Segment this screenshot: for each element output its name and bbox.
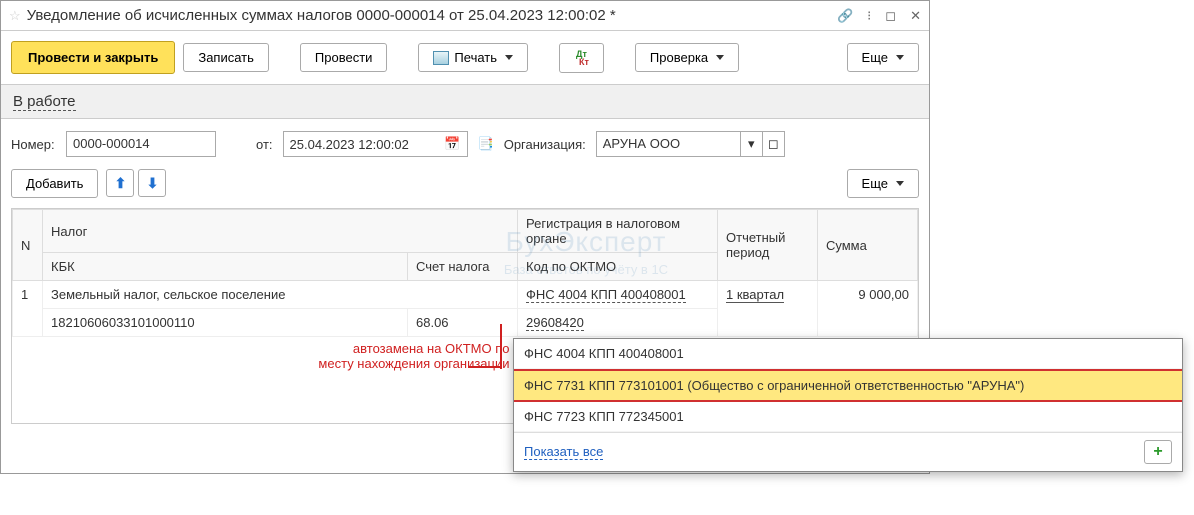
more-menu-icon[interactable]: ⁝ xyxy=(867,8,871,24)
plus-icon: + xyxy=(1153,443,1162,461)
cell-oktmo[interactable]: 29608420 xyxy=(518,309,718,337)
org-input[interactable]: АРУНА ООО xyxy=(596,131,741,157)
dropdown-item[interactable]: ФНС 7723 КПП 772345001 xyxy=(514,402,1182,432)
dtkt-icon: Дᴛ Кᴛ xyxy=(574,50,589,66)
post-and-close-button[interactable]: Провести и закрыть xyxy=(11,41,175,74)
cell-period[interactable]: 1 квартал xyxy=(718,281,818,337)
window-controls-icon[interactable]: ◻ xyxy=(885,8,896,24)
more-button[interactable]: Еще xyxy=(847,43,919,72)
callout-line xyxy=(500,324,502,369)
col-sum[interactable]: Сумма xyxy=(818,210,918,281)
form-row: Номер: 0000-000014 от: 25.04.2023 12:00:… xyxy=(1,119,929,165)
printer-icon xyxy=(433,51,449,65)
titlebar: ☆ Уведомление об исчисленных суммах нало… xyxy=(1,1,929,31)
favorite-star-icon[interactable]: ☆ xyxy=(9,8,21,24)
table-more-button[interactable]: Еще xyxy=(847,169,919,198)
calendar-icon[interactable]: 📅 xyxy=(444,136,460,152)
registration-dropdown: ФНС 4004 КПП 400408001 ФНС 7731 КПП 7731… xyxy=(513,338,1183,472)
col-oktmo[interactable]: Код по ОКТМО xyxy=(518,253,718,281)
print-button[interactable]: Печать xyxy=(418,43,528,72)
dropdown-item-highlighted[interactable]: ФНС 7731 КПП 773101001 (Общество с огран… xyxy=(514,369,1182,402)
toolbar: Провести и закрыть Записать Провести Печ… xyxy=(1,31,929,84)
print-label: Печать xyxy=(454,50,497,65)
arrow-up-icon: ⬆ xyxy=(115,175,127,192)
annotation: автозамена на ОКТМО по месту нахождения … xyxy=(13,337,518,384)
save-button[interactable]: Записать xyxy=(183,43,269,72)
close-icon[interactable]: ✕ xyxy=(910,8,921,24)
check-button[interactable]: Проверка xyxy=(635,43,739,72)
org-dropdown-button[interactable]: ▾ xyxy=(741,131,763,157)
org-label: Организация: xyxy=(504,137,586,152)
dt-kt-button[interactable]: Дᴛ Кᴛ xyxy=(559,43,604,73)
status-link[interactable]: В работе xyxy=(13,93,76,111)
org-open-button[interactable]: ◻ xyxy=(763,131,785,157)
callout-line xyxy=(469,366,501,368)
cell-kbk[interactable]: 18210606033101000110 xyxy=(43,309,408,337)
open-form-icon[interactable]: 📑 xyxy=(478,136,494,152)
col-n[interactable]: N xyxy=(13,210,43,281)
dropdown-item[interactable]: ФНС 4004 КПП 400408001 xyxy=(514,339,1182,369)
col-tax[interactable]: Налог xyxy=(43,210,518,253)
post-button[interactable]: Провести xyxy=(300,43,388,72)
show-all-link[interactable]: Показать все xyxy=(524,444,603,460)
cell-registration[interactable]: ФНС 4004 КПП 400408001 xyxy=(518,281,718,309)
table-commands: Добавить ⬆ ⬇ Еще xyxy=(1,165,929,208)
move-down-button[interactable]: ⬇ xyxy=(138,169,166,197)
add-new-button[interactable]: + xyxy=(1144,440,1172,464)
window-title: Уведомление об исчисленных суммах налого… xyxy=(27,7,831,24)
number-label: Номер: xyxy=(11,137,56,152)
col-account[interactable]: Счет налога xyxy=(408,253,518,281)
cell-tax[interactable]: Земельный налог, сельское поселение xyxy=(43,281,518,309)
table-row[interactable]: 1 Земельный налог, сельское поселение ФН… xyxy=(13,281,918,309)
from-label: от: xyxy=(256,137,273,152)
col-kbk[interactable]: КБК xyxy=(43,253,408,281)
status-bar: В работе xyxy=(1,84,929,119)
col-registration[interactable]: Регистрация в налоговом органе xyxy=(518,210,718,253)
link-icon[interactable]: 🔗 xyxy=(837,8,853,24)
arrow-down-icon: ⬇ xyxy=(147,175,159,192)
move-up-button[interactable]: ⬆ xyxy=(106,169,134,197)
col-period[interactable]: Отчетный период xyxy=(718,210,818,281)
add-button[interactable]: Добавить xyxy=(11,169,98,198)
cell-sum[interactable]: 9 000,00 xyxy=(818,281,918,337)
number-input[interactable]: 0000-000014 xyxy=(66,131,216,157)
date-input[interactable]: 25.04.2023 12:00:02 📅 xyxy=(283,131,468,157)
cell-n: 1 xyxy=(13,281,43,337)
